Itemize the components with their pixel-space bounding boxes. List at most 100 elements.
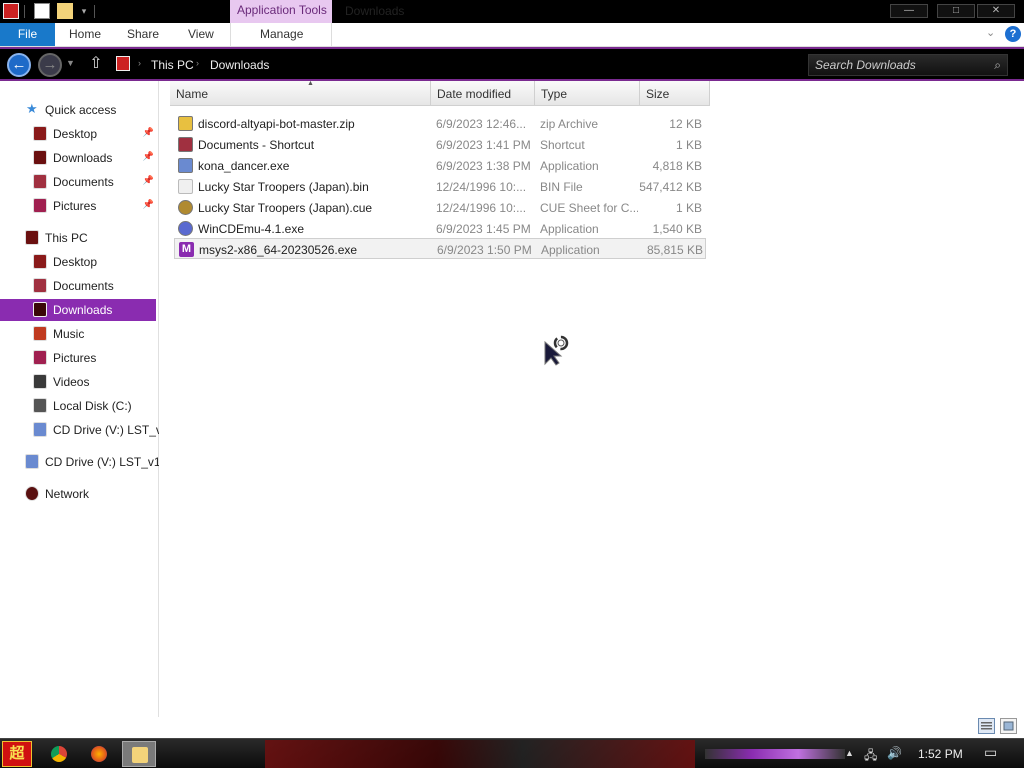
notifications-icon[interactable]: ▭ (984, 744, 997, 761)
file-name: discord-altyapi-bot-master.zip (198, 117, 355, 131)
column-label: Date modified (437, 87, 512, 101)
nav-quick-documents[interactable]: Documents 📌 (0, 171, 159, 193)
desktop-icon (33, 254, 47, 269)
pin-icon[interactable]: 📌 (143, 199, 154, 210)
properties-icon[interactable] (34, 3, 50, 19)
nav-pc-music[interactable]: Music (0, 323, 159, 345)
back-button[interactable]: ← (7, 53, 31, 77)
downloads-icon (33, 150, 47, 165)
forward-button[interactable]: → (38, 53, 62, 77)
videos-icon (33, 374, 47, 389)
nav-this-pc[interactable]: This PC (0, 227, 159, 249)
nav-pc-videos[interactable]: Videos (0, 371, 159, 393)
taskbar-chrome[interactable] (42, 741, 76, 767)
nav-quick-pictures[interactable]: Pictures 📌 (0, 195, 159, 217)
nav-label: Music (53, 327, 85, 341)
column-label: Size (646, 87, 670, 101)
close-button[interactable]: ✕ (977, 4, 1015, 18)
minimize-button[interactable]: — (890, 4, 928, 18)
nav-pc-local-disk[interactable]: Local Disk (C:) (0, 395, 159, 417)
help-icon[interactable]: ? (1005, 26, 1021, 42)
file-date: 6/9/2023 1:38 PM (436, 159, 530, 173)
breadcrumb-this-pc[interactable]: This PC (151, 58, 194, 72)
maximize-button[interactable]: □ (937, 4, 975, 18)
file-row-selected[interactable]: M msys2-x86_64-20230526.exe 6/9/2023 1:5… (174, 238, 706, 259)
navigation-pane: ★ Quick access Desktop 📌 Downloads 📌 Doc… (0, 81, 159, 717)
nav-pc-documents[interactable]: Documents (0, 275, 159, 297)
start-button[interactable]: 超 (2, 741, 32, 767)
title-bar: ▾ Application Tools Downloads — □ ✕ (0, 0, 1024, 23)
anime-app-icon (178, 158, 193, 173)
file-row[interactable]: Lucky Star Troopers (Japan).bin 12/24/19… (174, 176, 706, 197)
app-icon[interactable] (3, 3, 19, 19)
disc-image-icon (178, 200, 193, 215)
search-input[interactable] (809, 55, 979, 75)
file-row[interactable]: discord-altyapi-bot-master.zip 6/9/2023 … (174, 113, 706, 134)
msys2-icon: M (179, 242, 194, 257)
details-view-button[interactable] (978, 718, 995, 734)
nav-network[interactable]: Network (0, 483, 159, 505)
search-icon[interactable]: ⌕ (994, 58, 1001, 73)
nav-cd-drive[interactable]: CD Drive (V:) LST_v1 (0, 451, 159, 473)
tab-home[interactable]: Home (69, 23, 101, 46)
chevron-right-icon[interactable]: › (196, 58, 199, 68)
nav-label: Quick access (45, 103, 117, 117)
wincdemu-icon (178, 221, 193, 236)
nav-label: Downloads (53, 151, 113, 165)
new-folder-icon[interactable] (57, 3, 73, 19)
file-date: 6/9/2023 12:46... (436, 117, 527, 131)
search-box[interactable]: ⌕ (808, 54, 1008, 76)
expand-ribbon-icon[interactable]: ⌄ (986, 26, 995, 39)
tab-share[interactable]: Share (127, 23, 159, 46)
nav-pc-pictures[interactable]: Pictures (0, 347, 159, 369)
column-header-name[interactable]: Name ▲ (170, 80, 431, 106)
column-label: Type (541, 87, 568, 101)
pin-icon[interactable]: 📌 (143, 175, 154, 186)
documents-icon (33, 174, 47, 189)
clock[interactable]: 1:52 PM (918, 747, 963, 761)
nav-label: Local Disk (C:) (53, 399, 132, 413)
up-button[interactable]: ⇧ (86, 54, 106, 74)
show-hidden-icons-icon[interactable]: ▲ (845, 748, 854, 758)
sort-ascending-icon: ▲ (307, 80, 314, 87)
nav-quick-desktop[interactable]: Desktop 📌 (0, 123, 159, 145)
chevron-right-icon[interactable]: › (138, 58, 141, 68)
file-date: 6/9/2023 1:50 PM (437, 243, 531, 257)
column-header-size[interactable]: Size (640, 81, 710, 106)
window-title: Downloads (345, 4, 405, 18)
pin-icon[interactable]: 📌 (143, 127, 154, 138)
column-header-type[interactable]: Type (535, 81, 640, 106)
file-row[interactable]: kona_dancer.exe 6/9/2023 1:38 PM Applica… (174, 155, 706, 176)
taskbar-firefox[interactable] (82, 741, 116, 767)
drive-icon (33, 398, 47, 413)
file-type: Application (540, 159, 599, 173)
network-tray-icon[interactable]: 🖧 (864, 746, 877, 767)
nav-pc-downloads[interactable]: Downloads (0, 299, 156, 321)
file-row[interactable]: Documents - Shortcut 6/9/2023 1:41 PM Sh… (174, 134, 706, 155)
nav-quick-downloads[interactable]: Downloads 📌 (0, 147, 159, 169)
pin-icon[interactable]: 📌 (143, 151, 154, 162)
recent-locations-icon[interactable]: ▼ (66, 58, 75, 68)
nav-pc-cd-drive[interactable]: CD Drive (V:) LST_v (0, 419, 159, 441)
file-date: 6/9/2023 1:45 PM (436, 222, 530, 236)
nav-label: Documents (53, 175, 114, 189)
taskbar-file-explorer[interactable] (122, 741, 156, 767)
separator (94, 5, 95, 18)
file-row[interactable]: Lucky Star Troopers (Japan).cue 12/24/19… (174, 197, 706, 218)
large-icons-view-button[interactable] (1000, 718, 1017, 734)
chrome-icon (51, 746, 67, 762)
tab-manage[interactable]: Manage (260, 23, 303, 46)
tab-view[interactable]: View (188, 23, 214, 46)
nav-quick-access[interactable]: ★ Quick access (0, 99, 159, 121)
file-row[interactable]: WinCDEmu-4.1.exe 6/9/2023 1:45 PM Applic… (174, 218, 706, 239)
nav-label: Desktop (53, 127, 98, 141)
breadcrumb-downloads[interactable]: Downloads (210, 58, 269, 72)
volume-icon[interactable]: 🔊 (887, 746, 902, 760)
tab-file[interactable]: File (0, 23, 55, 46)
folder-icon (132, 747, 148, 763)
column-header-date[interactable]: Date modified (431, 81, 535, 106)
cd-drive-icon (25, 454, 39, 469)
file-name: Lucky Star Troopers (Japan).bin (198, 180, 369, 194)
nav-pc-desktop[interactable]: Desktop (0, 251, 159, 273)
customize-quick-access-icon[interactable]: ▾ (76, 3, 92, 19)
